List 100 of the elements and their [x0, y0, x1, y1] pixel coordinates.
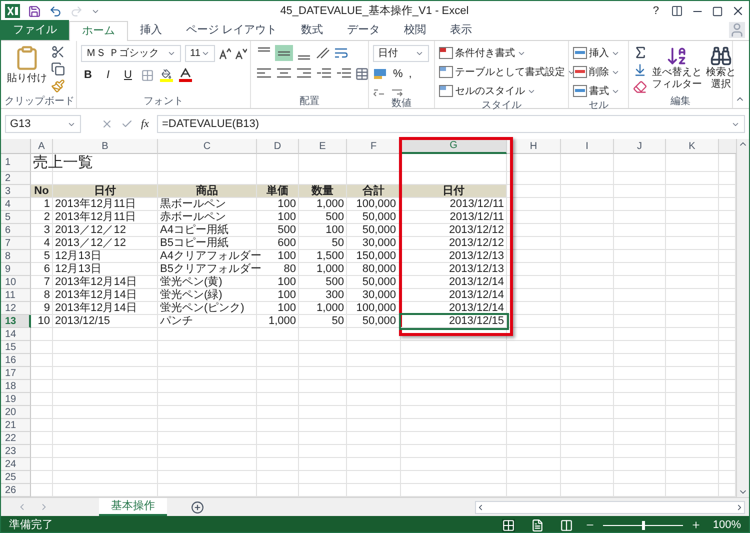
scroll-right-icon[interactable]	[735, 502, 744, 512]
copy-icon[interactable]	[51, 62, 65, 76]
row-header[interactable]: 25	[1, 471, 31, 484]
zoom-in-icon[interactable]	[691, 520, 701, 530]
row-header[interactable]: 11	[1, 289, 31, 302]
sheet-tab[interactable]: 基本操作	[99, 498, 167, 516]
row-header[interactable]: 3	[1, 185, 31, 198]
paste-button[interactable]: 貼り付け	[7, 45, 47, 93]
file-tab[interactable]: ファイル	[1, 20, 69, 40]
cancel-icon[interactable]	[101, 118, 113, 130]
active-cell[interactable]: 2013/12/15	[401, 315, 507, 328]
row-header[interactable]: 12	[1, 302, 31, 315]
column-header[interactable]: J	[614, 139, 666, 154]
maximize-icon[interactable]	[712, 6, 723, 16]
enter-icon[interactable]	[121, 118, 133, 130]
merge-cells-icon[interactable]	[355, 67, 369, 81]
row-header[interactable]: 24	[1, 458, 31, 471]
caret-icon[interactable]	[415, 49, 424, 58]
wrap-text-icon[interactable]	[333, 46, 349, 60]
row-header[interactable]: 22	[1, 432, 31, 445]
row-header[interactable]: 10	[1, 276, 31, 289]
cells-menu-button[interactable]: 削除	[573, 64, 620, 80]
increase-decimal-icon[interactable]	[373, 86, 385, 96]
row-header[interactable]: 15	[1, 341, 31, 354]
page-break-icon[interactable]	[560, 518, 573, 532]
cells-menu-button[interactable]: 挿入	[573, 45, 620, 61]
column-header[interactable]: C	[158, 139, 257, 154]
row-header[interactable]: 14	[1, 328, 31, 341]
row-header[interactable]: 26	[1, 484, 31, 497]
undo-icon[interactable]	[49, 4, 62, 18]
sort-filter-button[interactable]: 並べ替えと フィルター	[652, 45, 702, 94]
ribbon-tab[interactable]: 表示	[438, 20, 484, 40]
column-header[interactable]: I	[561, 139, 614, 154]
column-header[interactable]: H	[507, 139, 561, 154]
row-header[interactable]: 2	[1, 172, 31, 185]
currency-icon[interactable]	[373, 68, 387, 80]
number-format-button[interactable]: ,	[408, 66, 412, 82]
column-header[interactable]: A	[31, 139, 53, 154]
shrink-font-icon[interactable]	[235, 48, 247, 60]
ribbon-tab[interactable]: ページ レイアウト	[174, 20, 290, 40]
font-style-button[interactable]: I	[101, 67, 115, 84]
cut-icon[interactable]	[51, 45, 65, 59]
row-header[interactable]: 13	[1, 315, 31, 328]
font-style-button[interactable]: U	[121, 67, 135, 84]
caret-icon[interactable]	[201, 49, 210, 58]
column-header[interactable]: E	[299, 139, 347, 154]
font-color-icon[interactable]	[179, 68, 192, 82]
add-sheet-icon[interactable]	[191, 500, 204, 514]
formula-field[interactable]: =DATEVALUE(B13)	[156, 115, 745, 133]
number-format-button[interactable]: %	[393, 66, 403, 82]
row-header[interactable]: 9	[1, 263, 31, 276]
text-angle-icon[interactable]	[315, 46, 331, 60]
column-header[interactable]: B	[53, 139, 158, 154]
row-header[interactable]: 16	[1, 354, 31, 367]
grow-font-icon[interactable]	[219, 48, 231, 60]
help-button[interactable]: ?	[648, 2, 663, 20]
font-size-dropdown[interactable]: 11	[185, 45, 215, 62]
column-header[interactable]: K	[666, 139, 719, 154]
row-header[interactable]: 20	[1, 406, 31, 419]
find-select-button[interactable]: 検索と 選択	[706, 45, 736, 94]
ribbon-tab[interactable]: 挿入	[128, 20, 174, 40]
decrease-decimal-icon[interactable]	[391, 86, 403, 96]
cells-menu-button[interactable]: 書式	[573, 83, 620, 99]
row-header[interactable]: 8	[1, 250, 31, 263]
ribbon-display-icon[interactable]	[671, 5, 683, 17]
font-name-dropdown[interactable]: ＭＳ Ｐゴシック	[81, 45, 181, 62]
row-header[interactable]: 19	[1, 393, 31, 406]
row-header[interactable]: 1	[1, 154, 31, 172]
vertical-scrollbar[interactable]	[736, 139, 749, 497]
fill-icon[interactable]	[633, 63, 647, 77]
row-header[interactable]: 23	[1, 445, 31, 458]
zoom-percent[interactable]: 100%	[709, 516, 741, 532]
zoom-thumb[interactable]	[642, 520, 645, 530]
scroll-left-icon[interactable]	[476, 502, 485, 512]
vertical-align-icon[interactable]	[275, 45, 293, 61]
caret-icon[interactable]	[167, 49, 176, 58]
column-header[interactable]: D	[257, 139, 299, 154]
zoom-slider[interactable]	[603, 520, 683, 530]
row-header[interactable]: 17	[1, 367, 31, 380]
row-header[interactable]: 6	[1, 224, 31, 237]
row-header[interactable]: 5	[1, 211, 31, 224]
font-style-button[interactable]: B	[81, 67, 95, 84]
row-header[interactable]: 7	[1, 237, 31, 250]
normal-view-icon[interactable]	[502, 518, 515, 532]
ribbon-tab[interactable]: ホーム	[69, 21, 128, 41]
horizontal-scrollbar[interactable]	[475, 500, 745, 514]
close-icon[interactable]	[731, 4, 745, 18]
row-header[interactable]: 18	[1, 380, 31, 393]
name-box[interactable]: G13	[5, 115, 81, 133]
function-label[interactable]: fx	[141, 116, 149, 132]
page-layout-icon[interactable]	[531, 518, 544, 532]
borders-icon[interactable]	[141, 68, 154, 82]
ribbon-tab[interactable]: 校閲	[392, 20, 438, 40]
save-icon[interactable]	[28, 4, 41, 18]
fill-color-icon[interactable]	[160, 68, 173, 82]
row-header[interactable]: 21	[1, 419, 31, 432]
column-header[interactable]: G	[401, 139, 507, 154]
eraser-icon[interactable]	[633, 80, 647, 94]
sum-icon[interactable]	[633, 45, 648, 60]
row-header[interactable]: 4	[1, 198, 31, 211]
